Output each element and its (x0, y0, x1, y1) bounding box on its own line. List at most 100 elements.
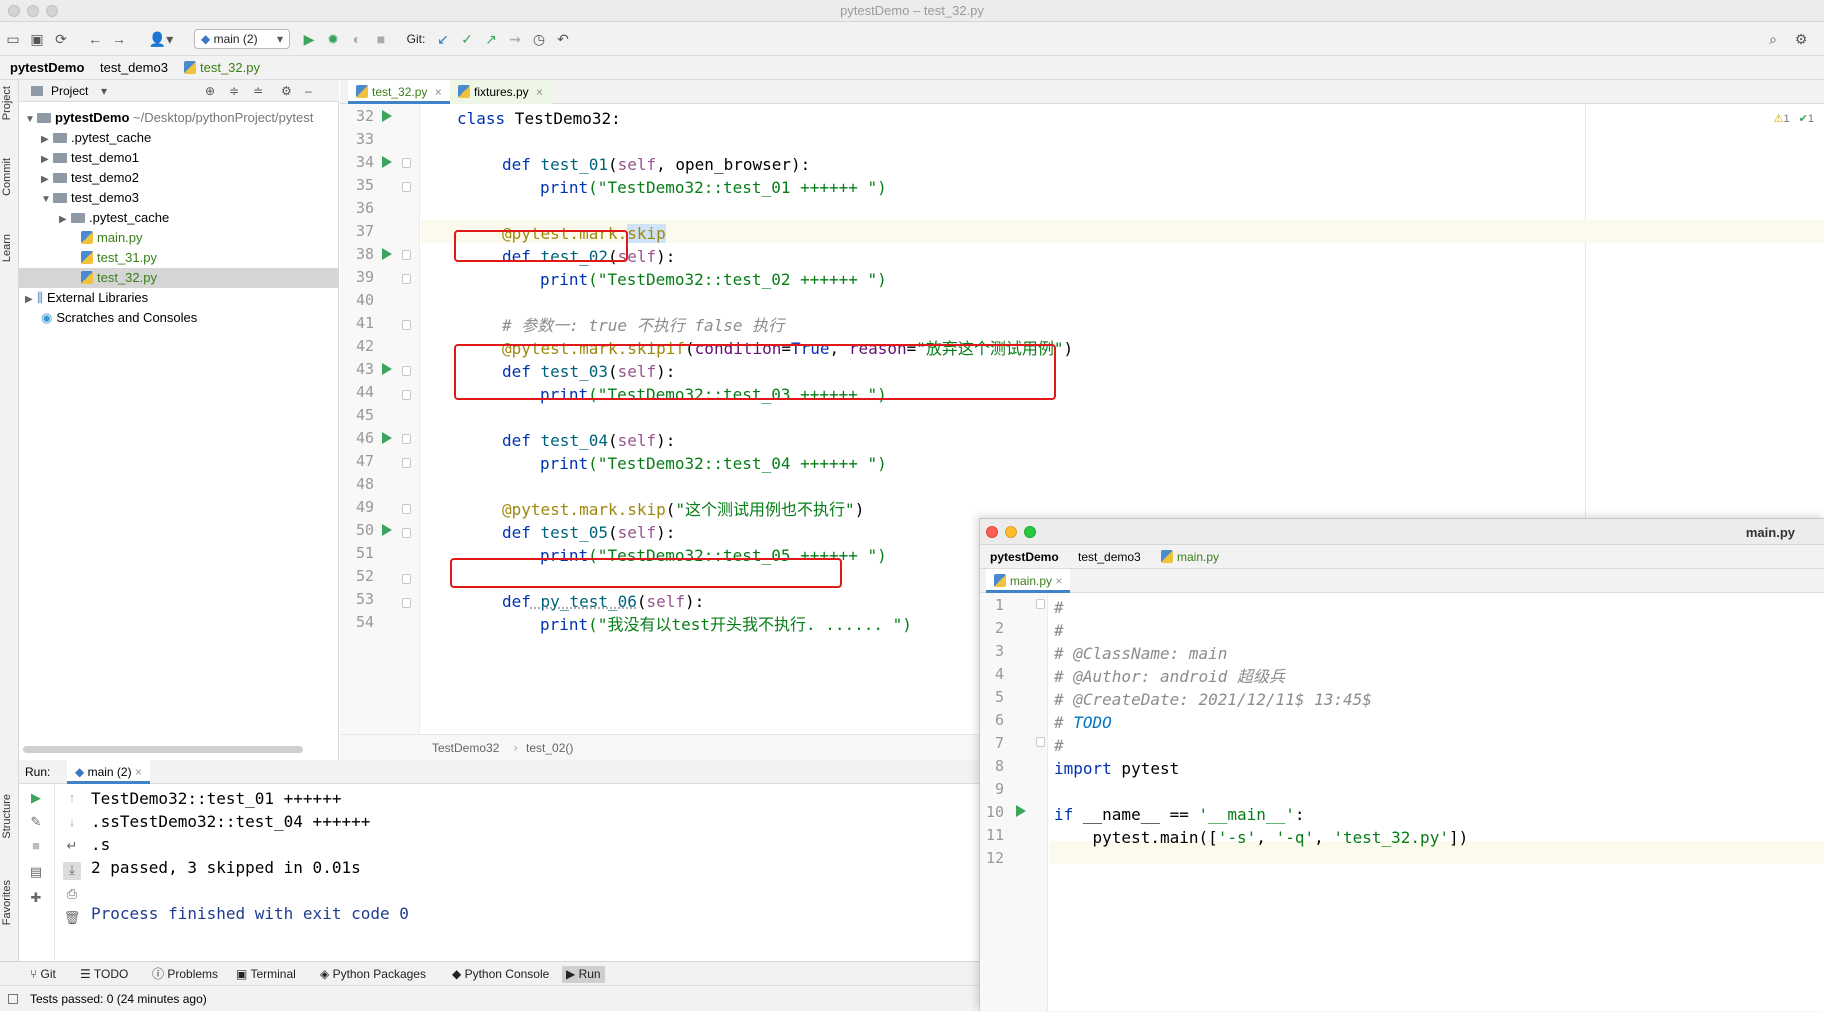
trash-icon[interactable]: 🗑 (63, 910, 81, 928)
code-line-46[interactable]: def test_04(self): (502, 429, 675, 452)
settings-gear-icon[interactable]: ⚙ (1792, 30, 1810, 48)
code-line-35[interactable]: print("TestDemo32::test_01 ++++++ ") (540, 176, 887, 199)
bottom-tab-python-packages[interactable]: ◈ Python Packages (316, 966, 430, 983)
save-icon[interactable]: ▣ (28, 30, 46, 48)
soft-wrap-icon[interactable]: ↵ (63, 838, 81, 856)
fold-marker-icon[interactable] (402, 574, 411, 584)
fold-marker-icon[interactable] (402, 434, 411, 444)
scroll-to-end-icon[interactable]: ⤓ (63, 862, 81, 880)
breadcrumb-folder[interactable]: test_demo3 (100, 56, 168, 80)
crumb-class[interactable]: TestDemo32 (432, 735, 499, 761)
close-icon[interactable]: × (1055, 574, 1062, 588)
run-gutter-icon[interactable] (382, 156, 392, 168)
tree-item[interactable]: ▶ test_demo2 (19, 168, 339, 188)
rollback-icon[interactable]: ↶ (554, 30, 572, 48)
breadcrumb-file[interactable]: main.py (1161, 545, 1219, 569)
panel-toggle-icon[interactable] (8, 994, 18, 1004)
horizontal-scrollbar[interactable] (23, 746, 303, 753)
run-gutter-icon[interactable] (382, 110, 392, 122)
user-icon[interactable]: 👤▾ (146, 30, 176, 48)
bottom-tab-terminal[interactable]: ▣ Terminal (232, 966, 300, 983)
git-commit-icon[interactable]: ✓ (458, 30, 476, 48)
up-arrow-icon[interactable]: ↑ (63, 790, 81, 808)
fold-marker-icon[interactable] (402, 390, 411, 400)
code-line-49[interactable]: @pytest.mark.skip("这个测试用例也不执行") (502, 498, 864, 521)
chevron-down-icon[interactable]: ▾ (101, 80, 107, 102)
code-line-34[interactable]: def test_01(self, open_browser): (502, 153, 810, 176)
tree-item[interactable]: ▶ .pytest_cache (19, 128, 339, 148)
code-line-5[interactable]: # @CreateDate: 2021/12/11$ 13:45$ (1054, 688, 1372, 711)
code-line-32[interactable]: class TestDemo32: (457, 107, 621, 130)
project-view-selector[interactable]: Project (51, 80, 88, 102)
bottom-tab-python-console[interactable]: ◆ Python Console (448, 966, 553, 983)
breadcrumb-project[interactable]: pytestDemo (990, 545, 1059, 569)
run-gutter-icon[interactable] (382, 248, 392, 260)
code-line-6[interactable]: # TODO (1054, 711, 1112, 734)
breadcrumb-project[interactable]: pytestDemo (10, 56, 84, 80)
code-line-53[interactable]: def py_test_06(self): (502, 590, 704, 613)
collapse-all-icon[interactable]: ≐ (253, 80, 263, 102)
fold-marker-icon[interactable] (402, 182, 411, 192)
tab-main-py[interactable]: main.py × (986, 569, 1070, 593)
tree-item[interactable]: ▼ test_demo3 (19, 188, 339, 208)
tool-tab-structure[interactable]: Structure (1, 794, 13, 839)
bottom-tab-git[interactable]: ⑂ Git (26, 966, 60, 983)
fold-marker-icon[interactable] (402, 320, 411, 330)
fold-marker-icon[interactable] (1036, 599, 1045, 609)
fold-marker-icon[interactable] (402, 504, 411, 514)
tree-item-selected[interactable]: test_32.py (19, 268, 339, 288)
code-line-4[interactable]: # @Author: android 超级兵 (1054, 665, 1285, 688)
tool-tab-project[interactable]: Project (1, 86, 13, 120)
run-gutter-icon[interactable] (382, 363, 392, 375)
sync-icon[interactable]: ⟳ (52, 30, 70, 48)
code-line-10[interactable]: if __name__ == '__main__': (1054, 803, 1304, 826)
fold-marker-icon[interactable] (1036, 737, 1045, 747)
fold-marker-icon[interactable] (402, 158, 411, 168)
breadcrumb-folder[interactable]: test_demo3 (1078, 545, 1141, 569)
tree-item[interactable]: test_31.py (19, 248, 339, 268)
code-line-50[interactable]: def test_05(self): (502, 521, 675, 544)
tab-test-32-py[interactable]: test_32.py × (348, 80, 450, 104)
debug-icon[interactable]: ✹ (324, 30, 342, 48)
fold-marker-icon[interactable] (402, 528, 411, 538)
crumb-method[interactable]: test_02() (526, 735, 573, 761)
code-line-39[interactable]: print("TestDemo32::test_02 ++++++ ") (540, 268, 887, 291)
tree-item[interactable]: ▶ test_demo1 (19, 148, 339, 168)
tab-fixtures-py[interactable]: fixtures.py × (450, 80, 551, 104)
forward-arrow-icon[interactable]: → (110, 30, 128, 48)
print-icon[interactable]: ⎙ (63, 886, 81, 904)
hide-panel-icon[interactable]: – (305, 80, 312, 102)
code-line-11[interactable]: pytest.main(['-s', '-q', 'test_32.py']) (1054, 826, 1468, 849)
wrench-icon[interactable]: ✎ (27, 814, 45, 832)
tool-tab-commit[interactable]: Commit (1, 158, 13, 196)
coverage-icon[interactable]: ◐ (348, 30, 366, 48)
rerun-icon[interactable]: ▶ (27, 790, 45, 808)
tool-tab-favorites[interactable]: Favorites (1, 880, 13, 925)
tree-item[interactable]: main.py (19, 228, 339, 248)
layout-icon[interactable]: ▤ (27, 864, 45, 882)
maximize-window-button[interactable] (1024, 526, 1036, 538)
close-window-button[interactable] (986, 526, 998, 538)
git-update-icon[interactable]: ↙ (434, 30, 452, 48)
back-arrow-icon[interactable]: ← (86, 30, 104, 48)
fold-marker-icon[interactable] (402, 458, 411, 468)
gear-icon[interactable]: ⚙ (281, 80, 292, 102)
close-icon[interactable]: × (135, 765, 142, 779)
code-line-8[interactable]: import pytest (1054, 757, 1179, 780)
breadcrumb-file[interactable]: test_32.py (184, 56, 260, 80)
locate-icon[interactable]: ⊕ (205, 80, 215, 102)
open-folder-icon[interactable]: ▭ (4, 30, 22, 48)
down-arrow-icon[interactable]: ↓ (63, 814, 81, 832)
tree-item[interactable]: ▶ ⫼ External Libraries (19, 288, 339, 308)
code-line-2[interactable]: # (1054, 619, 1064, 642)
run-icon[interactable]: ▶ (300, 30, 318, 48)
stop-icon[interactable]: ■ (27, 838, 45, 856)
expand-all-icon[interactable]: ≑ (229, 80, 239, 102)
code-line-47[interactable]: print("TestDemo32::test_04 ++++++ ") (540, 452, 887, 475)
minimize-window-button[interactable] (1005, 526, 1017, 538)
fold-marker-icon[interactable] (402, 366, 411, 376)
close-icon[interactable]: × (536, 85, 543, 99)
run-gutter-icon[interactable] (1016, 805, 1026, 817)
run-gutter-icon[interactable] (382, 524, 392, 536)
code-line-54[interactable]: print("我没有以test开头我不执行. ...... ") (540, 613, 912, 636)
